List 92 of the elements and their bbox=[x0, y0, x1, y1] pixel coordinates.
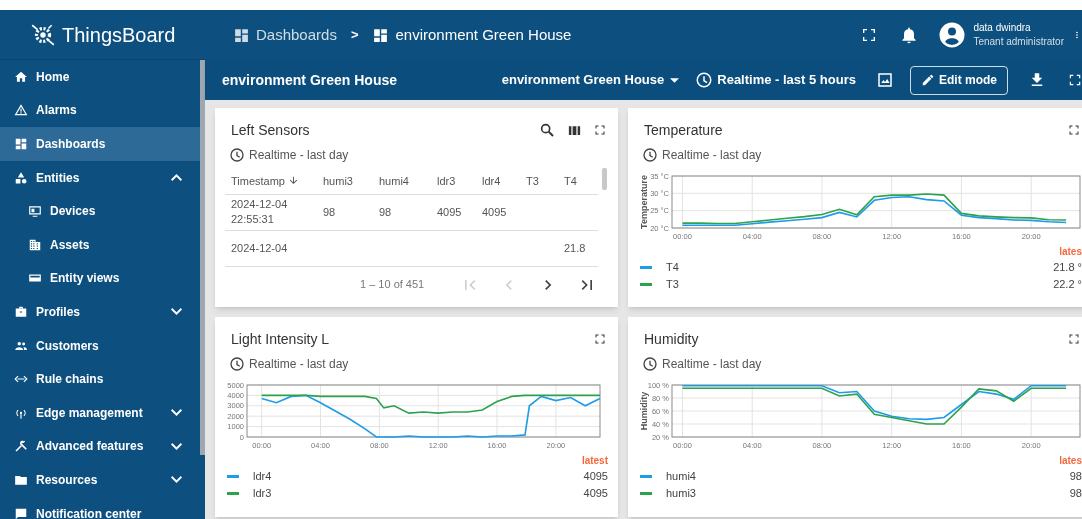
timewindow-label: Realtime - last day bbox=[249, 147, 349, 164]
clock-icon bbox=[229, 356, 245, 372]
home-icon bbox=[14, 69, 28, 84]
building-icon bbox=[28, 237, 42, 252]
warning-icon bbox=[14, 103, 28, 118]
legend-label: T4 bbox=[666, 260, 679, 276]
axis-title: Temperature bbox=[639, 175, 649, 229]
column-header[interactable]: humi3 bbox=[323, 172, 353, 189]
column-header[interactable]: T4 bbox=[564, 172, 577, 189]
tools-icon bbox=[14, 439, 28, 454]
sidebar-item[interactable]: Entity views bbox=[0, 261, 200, 296]
user-name: data dwindra bbox=[973, 21, 1032, 35]
fullscreen-icon[interactable] bbox=[1068, 73, 1082, 87]
monitor-icon bbox=[28, 204, 42, 219]
legend-header: lates bbox=[1059, 245, 1082, 259]
table-cell-text: 2024-12-04 22:55:31 bbox=[231, 196, 289, 227]
dashboard-icon bbox=[233, 26, 250, 44]
legend-value: 4095 bbox=[583, 469, 608, 485]
clock-icon bbox=[642, 356, 658, 372]
clock-icon bbox=[642, 147, 658, 163]
logo-text: ThingsBoard bbox=[62, 22, 176, 48]
fullscreen-icon[interactable] bbox=[861, 27, 878, 43]
fullscreen-icon[interactable] bbox=[1068, 333, 1080, 345]
table-cell: 2024-12-04 bbox=[231, 240, 288, 256]
column-header[interactable]: T3 bbox=[526, 172, 539, 189]
legend-value: 98 bbox=[1069, 469, 1082, 485]
sidebar-item[interactable]: Notification center bbox=[0, 496, 200, 519]
sidebar-item[interactable]: Entities bbox=[0, 160, 200, 195]
legend-header: lates bbox=[1059, 454, 1082, 468]
timewindow-label: Realtime - last day bbox=[662, 147, 762, 164]
sidebar-item[interactable]: Profiles bbox=[0, 295, 200, 329]
legend-label: humi3 bbox=[666, 486, 696, 502]
image-icon[interactable] bbox=[876, 71, 894, 89]
fullscreen-icon[interactable] bbox=[1068, 124, 1080, 136]
briefcase-icon bbox=[14, 304, 28, 319]
timewindow-label: Realtime - last day bbox=[249, 356, 349, 373]
clock-icon bbox=[229, 147, 245, 163]
widget-title: Left Sensors bbox=[231, 120, 310, 140]
column-header[interactable]: ldr4 bbox=[482, 172, 501, 189]
column-header[interactable]: Timestamp bbox=[231, 172, 299, 189]
table-cell: 4095 bbox=[437, 204, 462, 220]
sidebar-item[interactable]: Rule chains bbox=[0, 362, 200, 396]
timewindow-button[interactable]: Realtime - last 5 hours bbox=[695, 70, 856, 90]
sidebar-item[interactable]: Dashboards bbox=[0, 127, 200, 161]
breadcrumb-link[interactable]: environment Green House bbox=[372, 23, 572, 47]
clock-icon bbox=[695, 71, 714, 89]
legend-value: 98 bbox=[1069, 486, 1082, 502]
sidebar-item[interactable]: Resources bbox=[0, 463, 200, 497]
user-role: Tenant administrator bbox=[973, 35, 1064, 49]
caret-icon bbox=[670, 77, 680, 83]
message-icon bbox=[14, 506, 28, 519]
sidebar-item[interactable]: Assets bbox=[0, 227, 200, 262]
widget-title: Light Intensity L bbox=[231, 329, 330, 349]
sidebar-item[interactable]: Customers bbox=[0, 328, 200, 363]
legend-label: humi4 bbox=[666, 469, 696, 485]
fullscreen-icon[interactable] bbox=[594, 124, 606, 136]
edit-mode-button[interactable]: Edit mode bbox=[910, 65, 1008, 95]
table-cell: 21.8 bbox=[564, 240, 586, 256]
breadcrumb-separator: > bbox=[350, 26, 359, 45]
legend-value: 21.8 ° bbox=[1053, 260, 1082, 276]
breadcrumb-link[interactable]: Dashboards bbox=[233, 23, 337, 47]
legend-header: latest bbox=[581, 454, 608, 468]
legend-value: 22.2 ° bbox=[1053, 277, 1082, 293]
dashboard-select[interactable]: environment Green House bbox=[501, 70, 680, 90]
scrollbar[interactable] bbox=[200, 60, 205, 455]
sidebar-item[interactable]: Home bbox=[0, 60, 200, 94]
table-cell: 98 bbox=[379, 204, 392, 220]
timewindow-label: Realtime - last day bbox=[662, 356, 762, 373]
legend-label: ldr4 bbox=[253, 469, 272, 485]
dashboard-icon bbox=[14, 137, 28, 151]
widget-title: Temperature bbox=[644, 120, 723, 140]
scrollbar[interactable] bbox=[602, 168, 607, 190]
dashboard-icon bbox=[372, 26, 390, 44]
search-icon[interactable] bbox=[539, 122, 555, 138]
widget-title: Humidity bbox=[644, 329, 699, 349]
sidebar-item[interactable]: Edge management bbox=[0, 395, 200, 430]
legend-label: ldr3 bbox=[253, 486, 272, 502]
legend-label: T3 bbox=[666, 277, 679, 293]
sidebar-item[interactable]: Alarms bbox=[0, 93, 200, 128]
column-header[interactable]: humi4 bbox=[379, 172, 409, 189]
dashboard-title: environment Green House bbox=[222, 70, 398, 90]
fullscreen-icon[interactable] bbox=[594, 333, 606, 345]
table-cell: 4095 bbox=[482, 204, 507, 220]
legend-value: 4095 bbox=[583, 486, 608, 502]
paginator-range: 1 – 10 of 451 bbox=[360, 277, 425, 293]
column-header[interactable]: ldr3 bbox=[437, 172, 456, 189]
shapes-icon bbox=[14, 170, 28, 185]
sidebar-item[interactable]: Devices bbox=[0, 194, 200, 228]
sidebar-item[interactable]: Advanced features bbox=[0, 429, 200, 464]
axis-title: Humidity bbox=[639, 391, 649, 431]
table-cell: 98 bbox=[323, 204, 336, 220]
pencil-icon bbox=[921, 73, 935, 87]
